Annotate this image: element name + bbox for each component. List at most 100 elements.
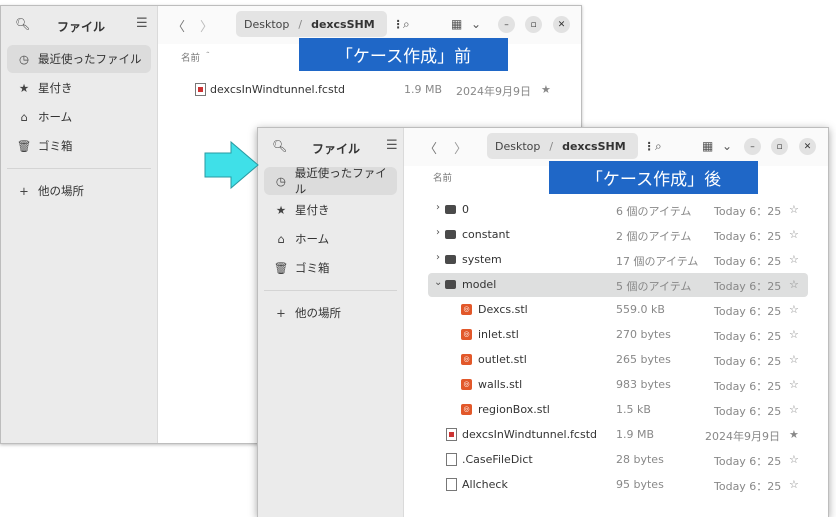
column-header-name[interactable]: 名前 — [433, 170, 452, 184]
file-name: constant — [462, 228, 510, 241]
chevron-down-icon[interactable]: ⌄ — [471, 17, 481, 31]
close-button[interactable]: ✕ — [553, 16, 570, 33]
star-icon[interactable]: ☆ — [789, 278, 799, 291]
sidebar-item-other-places[interactable]: + 他の場所 — [264, 299, 397, 327]
search-icon[interactable]: ⌕ — [655, 139, 662, 154]
file-name: inlet.stl — [478, 328, 519, 341]
file-date: Today 6：25 — [714, 480, 782, 493]
path-segment-current[interactable]: dexcsSHM — [562, 140, 626, 153]
folder-row[interactable]: › constant 2 個のアイテム Today 6：25 ☆ — [428, 223, 808, 247]
forward-button[interactable]: 〉 — [454, 138, 467, 157]
file-row[interactable]: .CaseFileDict 28 bytes Today 6：25 ☆ — [428, 448, 808, 472]
file-date: Today 6：25 — [714, 305, 782, 318]
sidebar-item-other-places[interactable]: + 他の場所 — [7, 177, 151, 205]
sidebar-item-home[interactable]: ⌂ ホーム — [264, 225, 397, 253]
folder-row[interactable]: › 0 6 個のアイテム Today 6：25 ☆ — [428, 198, 808, 222]
file-row[interactable]: ◎ regionBox.stl 1.5 kB Today 6：25 ☆ — [428, 398, 808, 422]
star-icon[interactable]: ☆ — [789, 353, 799, 366]
file-size: 2 個のアイテム — [616, 230, 692, 243]
maximize-button[interactable]: ▫ — [771, 138, 788, 155]
file-row[interactable]: ◎ Dexcs.stl 559.0 kB Today 6：25 ☆ — [428, 298, 808, 322]
forward-button[interactable]: 〉 — [200, 16, 213, 35]
search-icon[interactable]: ⌕ — [403, 17, 410, 32]
file-row[interactable]: ◎ outlet.stl 265 bytes Today 6：25 ☆ — [428, 348, 808, 372]
plus-icon: + — [19, 184, 29, 198]
star-icon[interactable]: ☆ — [789, 228, 799, 241]
star-icon[interactable]: ☆ — [789, 453, 799, 466]
sidebar-item-trash[interactable]: 🗑︎ ゴミ箱 — [264, 254, 397, 282]
star-icon[interactable]: ★ — [789, 428, 799, 441]
view-grid-icon[interactable]: ▦ — [702, 139, 713, 153]
view-grid-icon[interactable]: ▦ — [451, 17, 462, 31]
clock-icon: ◷ — [275, 174, 286, 188]
path-segment-desktop[interactable]: Desktop — [244, 18, 289, 31]
back-button[interactable]: 〈 — [172, 16, 185, 35]
star-icon[interactable]: ☆ — [789, 203, 799, 216]
path-segment-desktop[interactable]: Desktop — [495, 140, 540, 153]
folder-row[interactable]: › system 17 個のアイテム Today 6：25 ☆ — [428, 248, 808, 272]
file-size: 983 bytes — [616, 378, 671, 391]
file-row[interactable]: ◎ inlet.stl 270 bytes Today 6：25 ☆ — [428, 323, 808, 347]
search-icon[interactable]: 🔍︎ — [15, 17, 30, 31]
maximize-button[interactable]: ▫ — [525, 16, 542, 33]
sidebar-item-recent[interactable]: ◷ 最近使ったファイル — [7, 45, 151, 73]
path-bar[interactable]: Desktop / dexcsSHM ⋮ — [236, 11, 404, 37]
sidebar-item-label: 最近使ったファイル — [38, 52, 142, 66]
star-icon[interactable]: ☆ — [789, 378, 799, 391]
chevron-down-icon[interactable]: ⌄ — [434, 277, 442, 288]
folder-icon — [445, 280, 456, 289]
file-row[interactable]: dexcsInWindtunnel.fcstd 1.9 MB 2024年9月9日… — [181, 78, 571, 102]
back-button[interactable]: 〈 — [424, 138, 437, 157]
star-icon[interactable]: ☆ — [789, 403, 799, 416]
chevron-right-icon[interactable]: › — [436, 227, 440, 238]
chevron-down-icon[interactable]: ⌄ — [722, 139, 732, 153]
close-button[interactable]: ✕ — [799, 138, 816, 155]
sidebar-item-trash[interactable]: 🗑︎ ゴミ箱 — [7, 132, 151, 160]
banner-after: 「ケース作成」後 — [549, 161, 758, 194]
file-name: walls.stl — [478, 378, 523, 391]
chevron-right-icon[interactable]: › — [436, 252, 440, 263]
star-icon[interactable]: ☆ — [789, 478, 799, 491]
file-date: Today 6：25 — [714, 380, 782, 393]
sidebar-title: ファイル — [312, 142, 361, 156]
hamburger-menu-icon[interactable]: ☰ — [386, 138, 398, 153]
search-icon[interactable]: 🔍︎ — [272, 139, 287, 153]
file-date: 2024年9月9日 — [705, 430, 780, 443]
sidebar-item-label: 他の場所 — [295, 306, 341, 320]
file-name: system — [462, 253, 502, 266]
sidebar-item-label: ゴミ箱 — [295, 261, 330, 275]
stl-file-icon: ◎ — [461, 304, 472, 315]
sidebar: 🔍︎ ファイル ☰ ◷ 最近使ったファイル ★ 星付き ⌂ ホーム 🗑︎ ゴミ箱… — [258, 128, 404, 517]
star-icon[interactable]: ☆ — [789, 328, 799, 341]
file-name: Allcheck — [462, 478, 508, 491]
text-file-icon — [446, 453, 457, 466]
trash-icon: 🗑︎ — [16, 139, 32, 153]
sidebar-item-recent[interactable]: ◷ 最近使ったファイル — [264, 166, 397, 196]
chevron-right-icon[interactable]: › — [436, 202, 440, 213]
file-row[interactable]: dexcsInWindtunnel.fcstd 1.9 MB 2024年9月9日… — [428, 423, 808, 447]
sidebar-header: 🔍︎ ファイル ☰ — [258, 128, 403, 166]
file-row[interactable]: Allcheck 95 bytes Today 6：25 ☆ — [428, 473, 808, 497]
file-name: regionBox.stl — [478, 403, 550, 416]
column-header-name[interactable]: 名前 ＾ — [181, 50, 213, 64]
sidebar-item-starred[interactable]: ★ 星付き — [7, 74, 151, 102]
sidebar-header: 🔍︎ ファイル ☰ — [1, 6, 157, 44]
sidebar-item-starred[interactable]: ★ 星付き — [264, 196, 397, 224]
folder-row-selected[interactable]: ⌄ model 5 個のアイテム Today 6：25 ☆ — [428, 273, 808, 297]
hamburger-menu-icon[interactable]: ☰ — [136, 16, 148, 31]
minimize-button[interactable]: – — [498, 16, 515, 33]
file-size: 5 個のアイテム — [616, 280, 692, 293]
path-bar[interactable]: Desktop / dexcsSHM ⋮ — [487, 133, 655, 159]
minimize-button[interactable]: – — [744, 138, 761, 155]
star-icon[interactable]: ☆ — [789, 303, 799, 316]
file-date: Today 6：25 — [714, 255, 782, 268]
star-icon[interactable]: ☆ — [789, 253, 799, 266]
star-icon[interactable]: ★ — [541, 83, 551, 96]
path-segment-current[interactable]: dexcsSHM — [311, 18, 375, 31]
sidebar-divider — [7, 168, 151, 169]
file-date: Today 6：25 — [714, 230, 782, 243]
sidebar-item-home[interactable]: ⌂ ホーム — [7, 103, 151, 131]
file-row[interactable]: ◎ walls.stl 983 bytes Today 6：25 ☆ — [428, 373, 808, 397]
path-menu-button[interactable]: ⋮ — [644, 140, 655, 153]
file-name: Dexcs.stl — [478, 303, 528, 316]
